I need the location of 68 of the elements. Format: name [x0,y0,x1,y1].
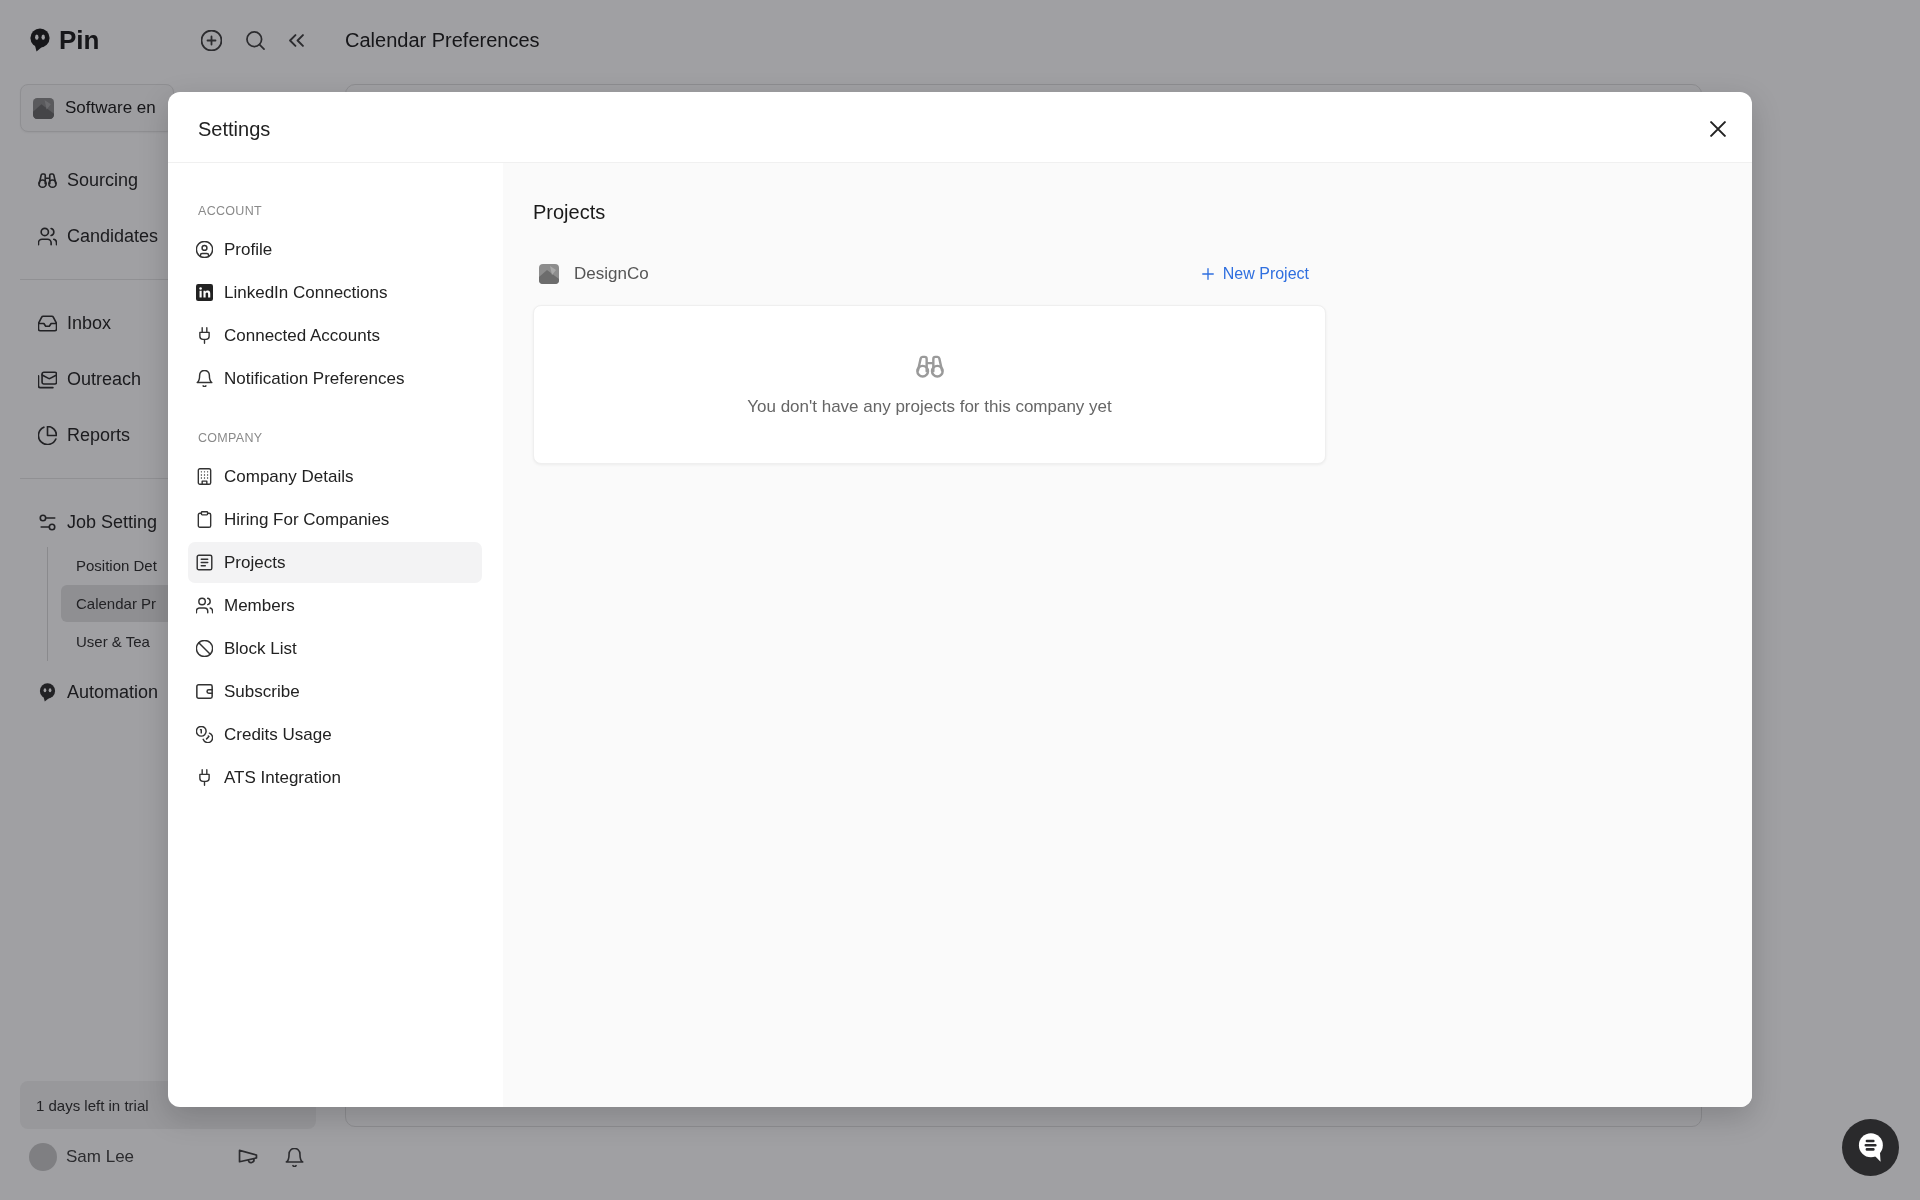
settings-nav-item[interactable]: Connected Accounts [188,315,482,356]
sidebar-subitem[interactable]: User & Tea [61,623,173,660]
inbox-icon [38,313,57,333]
notifications-button[interactable] [285,1147,304,1167]
workspace-selector[interactable]: Software en [20,84,174,132]
new-project-button[interactable]: New Project [1201,265,1309,283]
settings-nav-item[interactable]: Projects [188,542,482,583]
bubble-face-icon [38,682,57,702]
users-icon [196,597,213,614]
settings-nav-item[interactable]: Credits Usage [188,714,482,755]
section-heading: COMPANY [197,430,263,446]
avatar-icon [29,1143,57,1171]
pie-chart-icon [38,425,57,445]
modal-title: Settings [198,117,271,141]
workspace-logo-icon [33,97,54,119]
settings-nav-item[interactable]: Hiring For Companies [188,499,482,540]
logo-icon [30,28,50,52]
company-logo-icon [539,264,559,284]
sidebar-item[interactable]: Outreach [20,351,154,407]
collapse-sidebar-button[interactable] [289,33,304,47]
settings-nav-item[interactable]: Profile [188,229,482,270]
building-icon [196,468,213,485]
settings-nav-item[interactable]: Members [188,585,482,626]
settings-nav-item[interactable]: Subscribe [188,671,482,712]
sidebar-item[interactable]: Job Setting [20,494,170,550]
section-title: Projects [533,200,606,224]
mail-stack-icon [38,369,57,389]
sidebar-item[interactable]: Inbox [20,295,124,351]
linkedin-icon [196,284,213,301]
settings-nav-item[interactable]: ATS Integration [188,757,482,798]
section-heading: ACCOUNT [197,203,262,219]
close-icon [1710,121,1726,137]
settings-nav-item[interactable]: LinkedIn Connections [188,272,482,313]
search-icon [246,30,265,50]
empty-message: You don't have any projects for this company yet [747,397,1112,417]
settings-nav-item[interactable]: Company Details [188,456,482,497]
plug-icon [196,769,213,786]
ban-icon [196,640,213,657]
coins-icon [196,726,213,743]
wallet-icon [196,683,213,700]
binoculars-icon [38,170,57,190]
binoculars-icon [915,355,944,378]
document-icon [196,554,213,571]
megaphone-icon [238,1149,258,1165]
plug-icon [196,327,213,344]
sidebar-item[interactable]: Reports [20,407,143,463]
company-name: DesignCo [574,264,649,284]
page-title: Calendar Preferences [345,28,540,52]
sidebar-item[interactable]: Candidates [20,208,171,264]
close-button[interactable] [1710,121,1726,137]
bell-icon [196,370,213,387]
sidebar-item[interactable]: Sourcing [20,152,151,208]
plus-icon [1201,268,1214,280]
chat-bubble-icon [1858,1133,1883,1162]
logo-text: Pin [59,25,100,55]
sliders-icon [38,512,57,532]
user-name: Sam Lee [66,1147,135,1167]
trial-text: 1 days left in trial [36,1096,149,1114]
users-icon [38,226,57,246]
clipboard-icon [196,511,213,528]
add-button[interactable] [201,29,222,51]
search-button[interactable] [246,30,265,50]
announcements-button[interactable] [238,1149,258,1165]
settings-nav-item[interactable]: Notification Preferences [188,358,482,399]
settings-nav-item[interactable]: Block List [188,628,482,669]
sidebar-subitem[interactable]: Position Det [61,547,173,584]
bell-icon [285,1147,304,1167]
double-chevron-left-icon [289,33,304,47]
